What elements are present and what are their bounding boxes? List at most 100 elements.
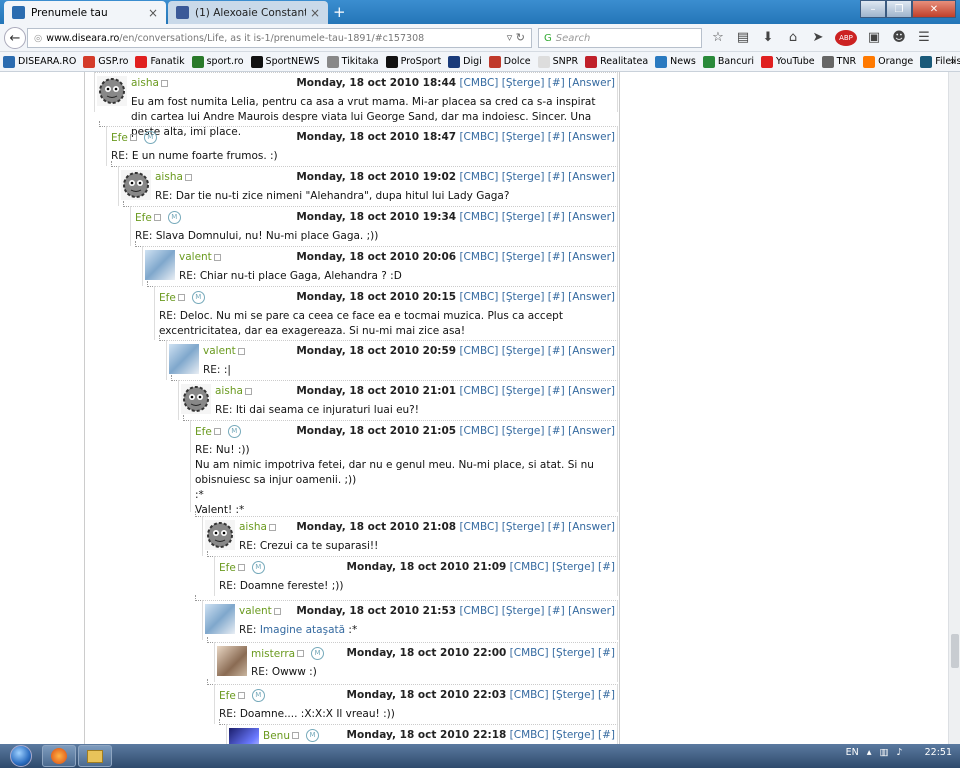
- author-name[interactable]: misterra: [251, 648, 295, 660]
- author-name[interactable]: valent: [179, 251, 212, 263]
- delete-link[interactable]: [Şterge]: [502, 211, 545, 223]
- chat-icon[interactable]: ☻: [891, 30, 907, 46]
- permalink[interactable]: [#]: [598, 729, 615, 741]
- cmbc-link[interactable]: [CMBC]: [510, 689, 549, 701]
- comment-author[interactable]: misterra M: [251, 647, 325, 660]
- delete-link[interactable]: [Şterge]: [552, 561, 595, 573]
- answer-link[interactable]: [Answer]: [568, 385, 615, 397]
- author-name[interactable]: valent: [239, 605, 272, 617]
- avatar[interactable]: [205, 520, 235, 550]
- cmbc-link[interactable]: [CMBC]: [459, 345, 498, 357]
- avatar[interactable]: [97, 76, 127, 106]
- reading-list-icon[interactable]: ▤: [735, 30, 751, 46]
- delete-link[interactable]: [Şterge]: [502, 251, 545, 263]
- moderate-icon[interactable]: M: [191, 291, 205, 304]
- cmbc-link[interactable]: [CMBC]: [459, 425, 498, 437]
- delete-link[interactable]: [Şterge]: [552, 729, 595, 741]
- bookmark-item[interactable]: SportNEWS: [250, 55, 320, 68]
- delete-link[interactable]: [Şterge]: [552, 689, 595, 701]
- search-input[interactable]: G Search: [538, 28, 702, 48]
- bookmark-item[interactable]: GSP.ro: [83, 55, 128, 68]
- comment-author[interactable]: Efe M: [111, 131, 157, 144]
- author-name[interactable]: aisha: [239, 521, 267, 533]
- moderate-icon[interactable]: M: [251, 689, 265, 702]
- download-icon[interactable]: ⬇: [760, 30, 776, 46]
- delete-link[interactable]: [Şterge]: [502, 385, 545, 397]
- avatar[interactable]: [217, 646, 247, 676]
- language-indicator[interactable]: EN: [846, 747, 859, 758]
- bookmark-item[interactable]: ProSport: [385, 55, 441, 68]
- network-icon[interactable]: ▥: [880, 747, 889, 758]
- reload-icon[interactable]: ▿ ↻: [507, 31, 525, 44]
- close-tab-icon[interactable]: ×: [148, 6, 158, 20]
- comment-author[interactable]: valent: [203, 345, 245, 357]
- url-bar[interactable]: ◎ www.diseara.ro /en/conversations/Life,…: [27, 28, 532, 48]
- bookmark-item[interactable]: Tikitaka: [326, 55, 379, 68]
- comment-author[interactable]: Benu M: [263, 729, 319, 742]
- start-button[interactable]: [3, 744, 39, 768]
- bookmark-star-icon[interactable]: ☆: [710, 30, 726, 46]
- avatar[interactable]: [121, 170, 151, 200]
- author-name[interactable]: Efe: [219, 690, 236, 702]
- tab-facebook[interactable]: (1) Alexoaie Constantin ×: [168, 1, 328, 24]
- cmbc-link[interactable]: [CMBC]: [510, 647, 549, 659]
- permalink[interactable]: [#]: [598, 647, 615, 659]
- moderate-icon[interactable]: M: [143, 131, 157, 144]
- comment-author[interactable]: valent: [239, 605, 281, 617]
- scrollbar-thumb[interactable]: [951, 634, 959, 668]
- delete-link[interactable]: [Şterge]: [502, 131, 545, 143]
- delete-link[interactable]: [Şterge]: [502, 521, 545, 533]
- cmbc-link[interactable]: [CMBC]: [510, 561, 549, 573]
- answer-link[interactable]: [Answer]: [568, 291, 615, 303]
- bookmark-item[interactable]: Bancuri: [702, 55, 754, 68]
- cmbc-link[interactable]: [CMBC]: [459, 521, 498, 533]
- minimize-button[interactable]: –: [860, 0, 886, 18]
- delete-link[interactable]: [Şterge]: [502, 77, 545, 89]
- taskbar-firefox[interactable]: [42, 745, 76, 767]
- avatar[interactable]: [205, 604, 235, 634]
- answer-link[interactable]: [Answer]: [568, 251, 615, 263]
- answer-link[interactable]: [Answer]: [568, 605, 615, 617]
- bookmarks-overflow-icon[interactable]: »: [950, 56, 956, 67]
- answer-link[interactable]: [Answer]: [568, 211, 615, 223]
- permalink[interactable]: [#]: [548, 385, 565, 397]
- bookmark-item[interactable]: SNPR: [537, 55, 578, 68]
- author-name[interactable]: valent: [203, 345, 236, 357]
- cmbc-link[interactable]: [CMBC]: [459, 251, 498, 263]
- cmbc-link[interactable]: [CMBC]: [459, 385, 498, 397]
- avatar[interactable]: [169, 344, 199, 374]
- permalink[interactable]: [#]: [548, 521, 565, 533]
- home-icon[interactable]: ⌂: [785, 30, 801, 46]
- bookmark-item[interactable]: TNR: [821, 55, 856, 68]
- delete-link[interactable]: [Şterge]: [552, 647, 595, 659]
- comment-author[interactable]: Efe M: [195, 425, 241, 438]
- clock[interactable]: 22:51: [925, 747, 952, 758]
- comment-author[interactable]: Efe M: [219, 689, 265, 702]
- moderate-icon[interactable]: M: [167, 211, 181, 224]
- comment-author[interactable]: Efe M: [219, 561, 265, 574]
- menu-icon[interactable]: ☰: [916, 30, 932, 46]
- answer-link[interactable]: [Answer]: [568, 521, 615, 533]
- bookmark-item[interactable]: Realitatea: [585, 55, 648, 68]
- bookmark-item[interactable]: DISEARA.RO: [3, 55, 76, 68]
- delete-link[interactable]: [Şterge]: [502, 291, 545, 303]
- author-name[interactable]: aisha: [155, 171, 183, 183]
- comment-author[interactable]: aisha: [239, 521, 276, 533]
- answer-link[interactable]: [Answer]: [568, 77, 615, 89]
- adblock-icon[interactable]: ABP: [835, 30, 857, 46]
- moderate-icon[interactable]: M: [251, 561, 265, 574]
- permalink[interactable]: [#]: [548, 345, 565, 357]
- cmbc-link[interactable]: [CMBC]: [459, 77, 498, 89]
- permalink[interactable]: [#]: [548, 605, 565, 617]
- answer-link[interactable]: [Answer]: [568, 345, 615, 357]
- permalink[interactable]: [#]: [548, 131, 565, 143]
- comment-author[interactable]: Efe M: [135, 211, 181, 224]
- author-name[interactable]: Benu: [263, 730, 290, 742]
- cmbc-link[interactable]: [CMBC]: [459, 131, 498, 143]
- cmbc-link[interactable]: [CMBC]: [459, 171, 498, 183]
- bookmark-item[interactable]: News: [655, 55, 696, 68]
- maximize-button[interactable]: ❐: [886, 0, 912, 18]
- bookmark-item[interactable]: sport.ro: [191, 55, 244, 68]
- avatar[interactable]: [229, 728, 259, 744]
- permalink[interactable]: [#]: [548, 171, 565, 183]
